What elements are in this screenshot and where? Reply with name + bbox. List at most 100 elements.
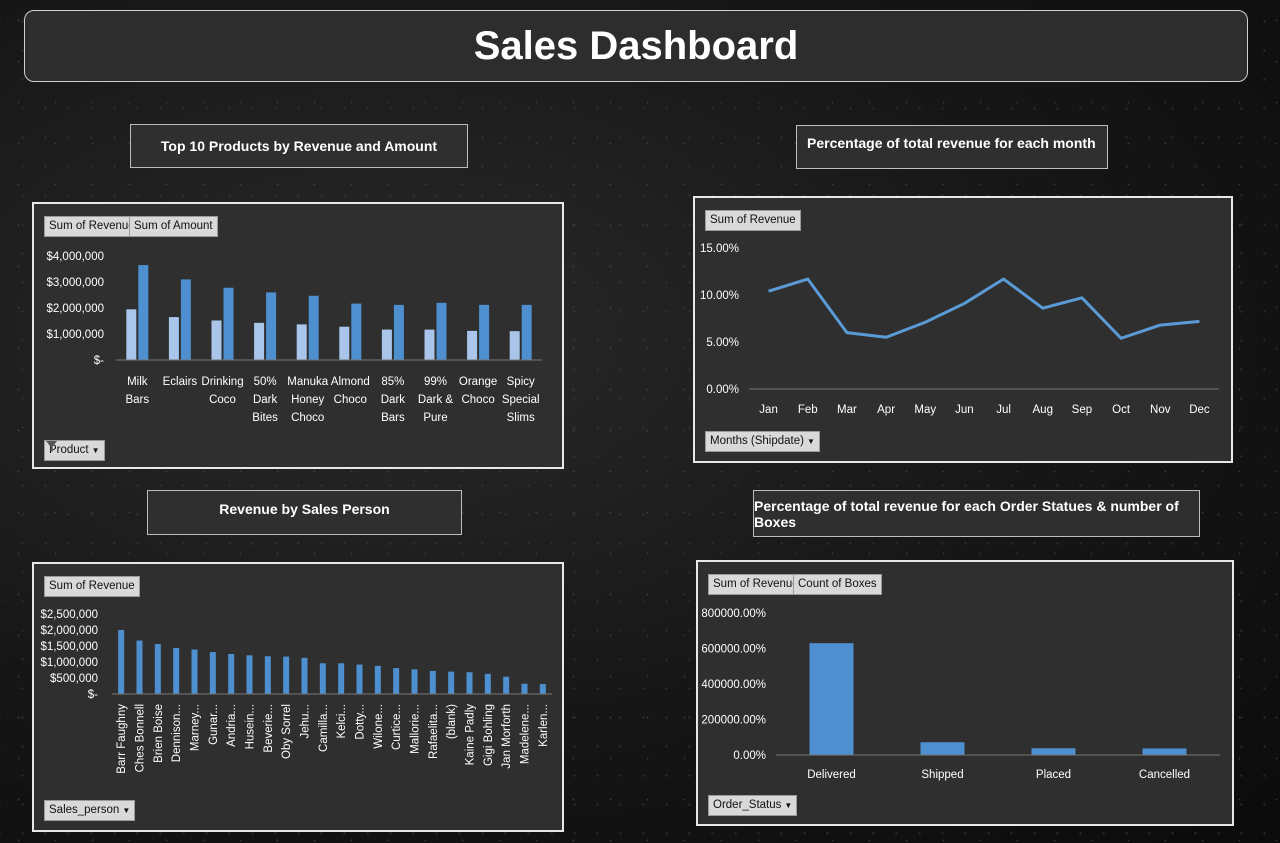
- revenue-bar: [374, 665, 381, 694]
- y-tick-label: 0.00%: [706, 384, 739, 396]
- x-tick-label: Eclairs: [163, 376, 198, 388]
- revenue-bar: [254, 322, 265, 360]
- page-title: Sales Dashboard: [473, 23, 799, 68]
- x-tick-label: Almond: [331, 376, 370, 388]
- x-tick-label: 85%: [381, 376, 404, 388]
- y-tick-label: $1,000,000: [46, 329, 104, 341]
- x-tick-label: Mallorie...: [410, 704, 422, 754]
- revenue-bar: [136, 640, 143, 694]
- x-tick-label: Andria...: [226, 704, 238, 747]
- x-tick-label: Rafaelita...: [428, 704, 440, 759]
- y-tick-label: $500,000: [50, 673, 98, 685]
- x-tick-label: Oct: [1112, 404, 1131, 416]
- y-tick-label: $3,000,000: [46, 277, 104, 289]
- y-tick-label: $2,000,000: [40, 625, 98, 637]
- revenue-bar: [381, 329, 392, 360]
- x-tick-label: Pure: [423, 412, 447, 424]
- revenue-bar: [503, 676, 510, 694]
- revenue-bar: [509, 331, 520, 360]
- monthly-label: Percentage of total revenue for each mon…: [796, 125, 1108, 169]
- x-tick-label: Gigi Bohling: [483, 704, 495, 766]
- revenue-bar: [246, 655, 253, 694]
- x-tick-label: Delivered: [807, 769, 856, 781]
- revenue-bar: [1031, 748, 1076, 755]
- sales-person-label-text: Revenue by Sales Person: [219, 501, 390, 517]
- x-tick-label: Slims: [507, 412, 535, 424]
- revenue-bar: [154, 644, 161, 694]
- revenue-bar: [191, 649, 198, 694]
- x-tick-label: Dennison...: [171, 704, 183, 762]
- y-tick-label: $-: [88, 689, 98, 701]
- x-tick-label: Camilla...: [318, 704, 330, 752]
- y-tick-label: $1,000,000: [40, 657, 98, 669]
- amount-bar: [479, 304, 490, 360]
- sales-person-chart-panel: Sum of Revenue $- $500,000 $1,000,000 $1,50…: [32, 562, 564, 832]
- revenue-bar: [118, 630, 125, 694]
- revenue-bar: [173, 647, 180, 694]
- revenue-bar: [301, 657, 308, 694]
- revenue-bar: [424, 329, 435, 360]
- amount-bar: [393, 304, 404, 360]
- amount-bar: [223, 287, 234, 360]
- x-tick-label: Dotty...: [355, 704, 367, 740]
- dropdown-icon: ▼: [122, 806, 131, 815]
- y-tick-label: $1,500,000: [40, 641, 98, 653]
- x-tick-label: Nov: [1150, 404, 1171, 416]
- revenue-bar: [809, 643, 854, 755]
- x-tick-label: Manuka: [287, 376, 329, 388]
- y-tick-label: $2,500,000: [40, 609, 98, 621]
- revenue-bar: [356, 664, 363, 694]
- revenue-bar: [411, 669, 418, 694]
- x-tick-label: Shipped: [921, 769, 963, 781]
- x-tick-label: Choco: [461, 394, 494, 406]
- x-tick-label: Husein...: [245, 704, 257, 749]
- x-tick-label: Kelci...: [336, 704, 348, 739]
- monthly-revenue-chart-panel: Sum of Revenue 0.00% 5.00% 10.00% 15.00% Jan…: [693, 196, 1233, 463]
- order-status-chart-panel: Sum of Revenue Count of Boxes 0.00% 20000…: [696, 560, 1234, 826]
- amount-bar: [308, 295, 319, 360]
- x-tick-label: Jan Morforth: [501, 704, 513, 769]
- amount-bar: [436, 302, 447, 360]
- product-filter-button[interactable]: Product ▼: [44, 440, 105, 461]
- sales-person-filter-button[interactable]: Sales_person ▼: [44, 800, 136, 821]
- y-tick-label: $-: [94, 355, 104, 367]
- x-tick-label: Bars: [381, 412, 405, 424]
- x-tick-label: Aug: [1033, 404, 1053, 416]
- revenue-bar: [264, 656, 271, 694]
- x-tick-label: Jan: [759, 404, 778, 416]
- funnel-icon: [46, 441, 57, 452]
- x-tick-label: Coco: [209, 394, 236, 406]
- revenue-bar: [168, 317, 179, 360]
- top-products-label-text: Top 10 Products by Revenue and Amount: [160, 138, 438, 154]
- revenue-bar: [211, 320, 222, 360]
- y-tick-label: 200000.00%: [701, 715, 766, 727]
- revenue-line: [768, 277, 1200, 340]
- x-tick-label: Milk: [127, 376, 148, 388]
- months-shipdate-filter-button[interactable]: Months (Shipdate) ▼: [705, 431, 820, 452]
- revenue-bar: [466, 672, 473, 694]
- revenue-bar: [484, 673, 491, 694]
- x-tick-label: Cancelled: [1139, 769, 1190, 781]
- x-tick-label: Bars: [125, 394, 149, 406]
- x-tick-label: Jun: [955, 404, 974, 416]
- x-tick-label: Honey: [291, 394, 324, 406]
- x-tick-label: Special: [502, 394, 540, 406]
- order-status-label: Percentage of total revenue for each Ord…: [753, 490, 1200, 537]
- x-tick-label: Kaine Padly: [465, 704, 477, 766]
- x-tick-label: Oby Sorrel: [281, 704, 293, 759]
- x-tick-label: Drinking: [201, 376, 243, 388]
- revenue-bar: [319, 663, 326, 694]
- x-tick-label: Barr Faughny: [116, 704, 128, 774]
- amount-bar: [266, 292, 277, 360]
- x-tick-label: Dark: [253, 394, 278, 406]
- revenue-bar: [393, 668, 400, 694]
- revenue-bar: [448, 671, 455, 694]
- y-tick-label: $2,000,000: [46, 303, 104, 315]
- revenue-bar: [539, 684, 546, 694]
- x-tick-label: (blank): [446, 704, 458, 739]
- order-status-filter-button[interactable]: Order_Status ▼: [708, 795, 798, 816]
- x-tick-label: Dark &: [418, 394, 453, 406]
- x-tick-label: 99%: [424, 376, 447, 388]
- months-filter-label: Months (Shipdate): [710, 435, 804, 447]
- x-tick-label: Placed: [1036, 769, 1071, 781]
